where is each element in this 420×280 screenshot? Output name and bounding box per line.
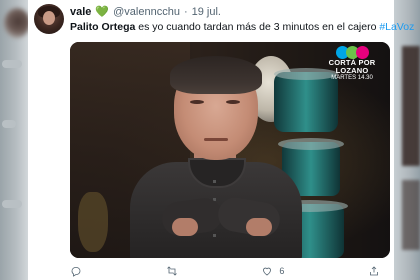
share-button[interactable] (368, 265, 380, 277)
like-count: 6 (279, 266, 285, 276)
tweet-text-bold: Palito Ortega (70, 21, 136, 33)
man-portrait (118, 50, 318, 258)
reply-button[interactable] (70, 265, 82, 277)
reply-icon (71, 267, 81, 277)
tweet-media[interactable]: CORTÁ POR LOZANO MARTES 14.30 (70, 42, 390, 258)
blurred-text (2, 200, 22, 208)
green-heart-icon: 💚 (95, 5, 110, 18)
tweet-text: Palito Ortega es yo cuando tardan más de… (70, 21, 414, 33)
author-name[interactable]: vale (70, 6, 91, 18)
tv-channel-logo: CORTÁ POR LOZANO MARTES 14.30 (322, 46, 382, 82)
blurred-text (2, 120, 16, 128)
share-icon (370, 266, 378, 276)
retweet-button[interactable] (166, 265, 178, 277)
logo-schedule: MARTES 14.30 (331, 75, 373, 81)
blurred-text (2, 60, 22, 68)
separator: · (183, 6, 188, 18)
tweet-text-body: es yo cuando tardan más de 3 minutos en … (135, 21, 380, 33)
tweet-header: vale 💚 @valenncchu · 19 jul. (70, 6, 221, 18)
guitar-shape (78, 192, 108, 252)
avatar[interactable] (34, 4, 64, 34)
blurred-media (402, 180, 420, 250)
tweet-card: vale 💚 @valenncchu · 19 jul. Palito Orte… (28, 0, 414, 280)
like-button[interactable]: 6 (261, 265, 284, 277)
blurred-avatar (4, 8, 30, 38)
logo-line2: LOZANO (335, 66, 369, 75)
background-left-blur (0, 0, 30, 280)
channel-circles-icon (322, 46, 382, 59)
heart-icon (263, 267, 272, 276)
author-handle[interactable]: @valenncchu (113, 6, 180, 18)
background-right-blur (394, 0, 420, 280)
hashtag-link[interactable]: #LaVoz (379, 21, 414, 33)
retweet-icon (166, 266, 177, 276)
tweet-actions: 6 (70, 262, 380, 280)
blurred-media (402, 46, 420, 166)
tweet-date[interactable]: 19 jul. (192, 6, 221, 18)
